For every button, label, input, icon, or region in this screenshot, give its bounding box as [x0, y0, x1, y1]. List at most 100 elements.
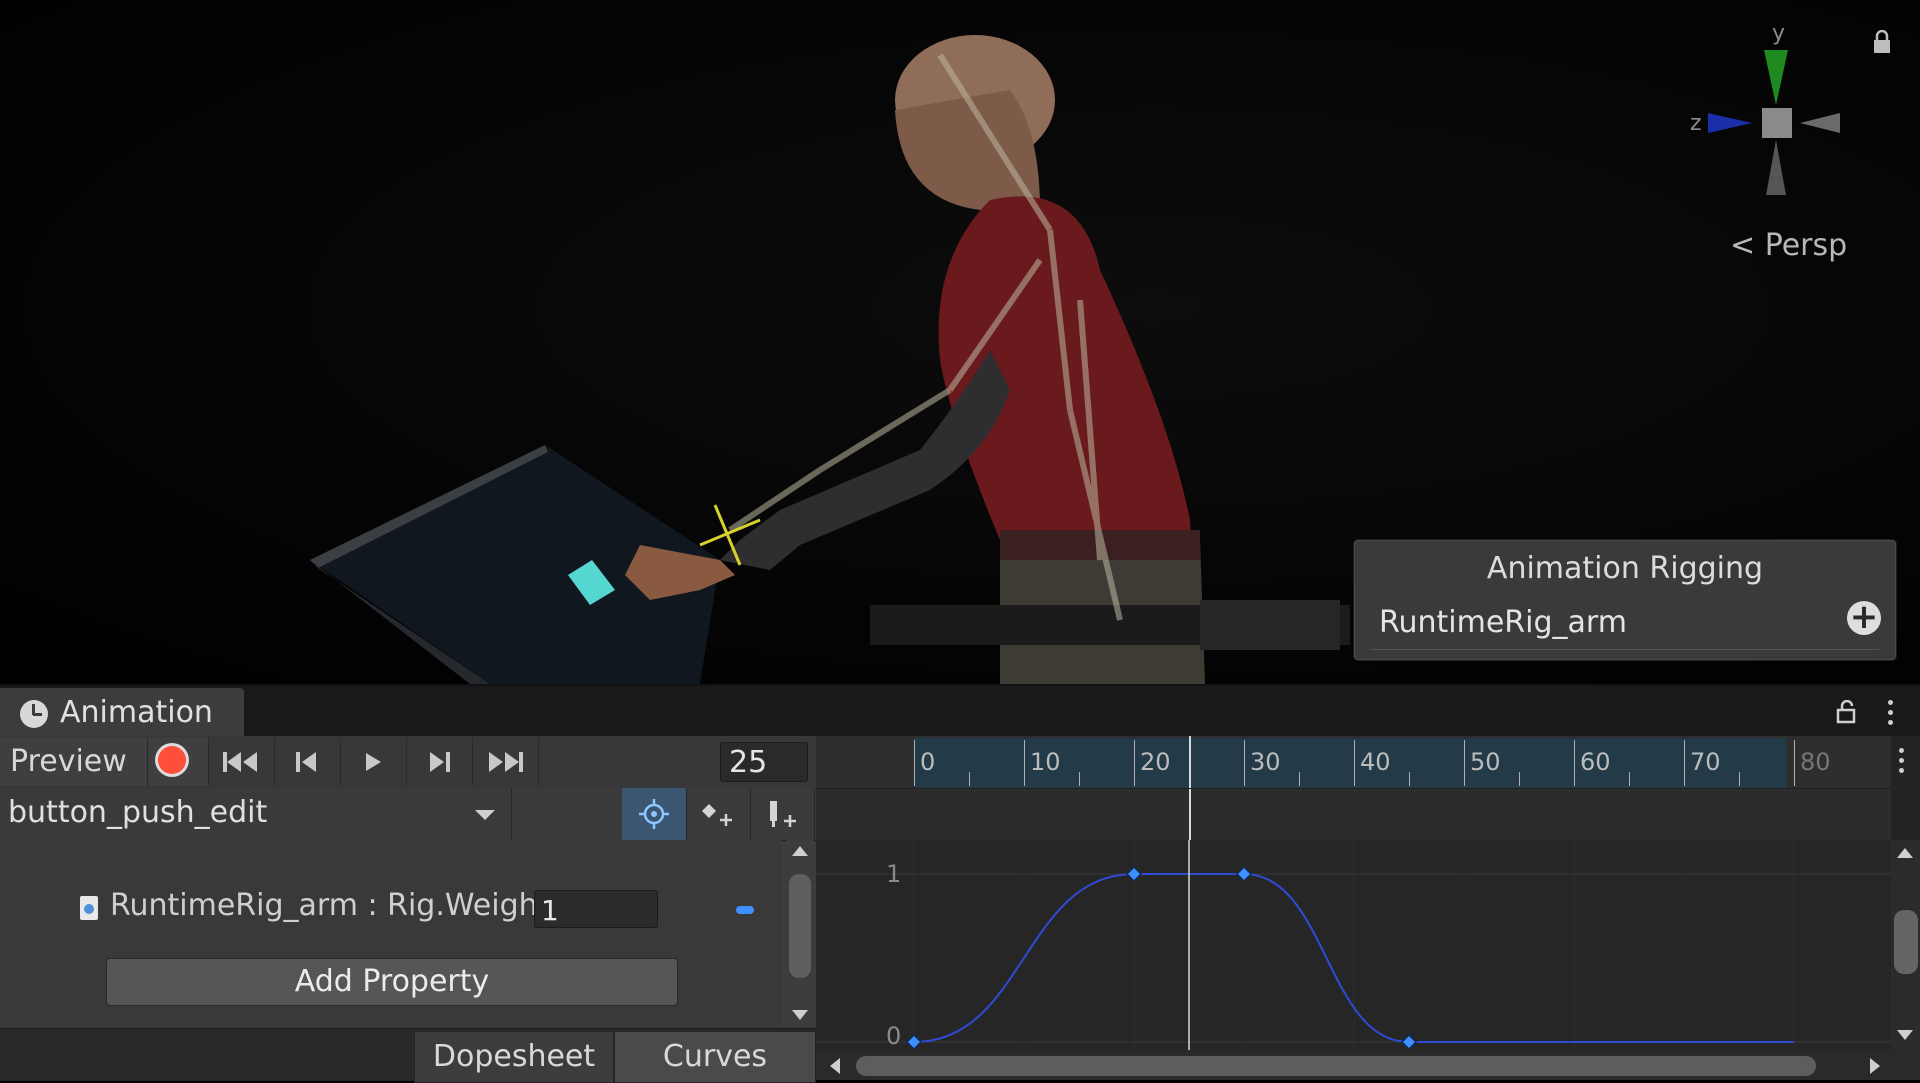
- add-keyframe-icon: [702, 804, 732, 826]
- ruler-major-tick: [1134, 740, 1135, 786]
- keyframe-indicator-icon[interactable]: [736, 906, 754, 914]
- timeline-ruler[interactable]: 0 10 20 30 40 50 60 70 80: [816, 736, 1891, 788]
- ruler-tick-label: 80: [1800, 748, 1831, 776]
- gizmo-z-label: z: [1690, 111, 1702, 136]
- ruler-tick-label: 0: [920, 748, 936, 776]
- clip-toolbar: button_push_edit: [0, 788, 816, 841]
- scroll-down-icon[interactable]: [792, 1010, 808, 1020]
- animation-hierarchy-panel: Preview 25 button_push_edit RuntimeRig_a…: [0, 736, 816, 1083]
- timeline-menu-icon[interactable]: [1899, 748, 1905, 778]
- scroll-left-icon[interactable]: [830, 1058, 840, 1074]
- keyframe-point: [1235, 865, 1253, 883]
- gizmo-center[interactable]: [1762, 108, 1792, 138]
- scrollbar-thumb[interactable]: [1894, 910, 1918, 974]
- gizmo-z-axis[interactable]: [1708, 113, 1752, 133]
- keyframe-point: [1125, 865, 1143, 883]
- ruler-tick-label: 40: [1360, 748, 1391, 776]
- tab-curves[interactable]: Curves: [614, 1031, 816, 1083]
- lock-icon[interactable]: [1872, 30, 1892, 54]
- clip-selector[interactable]: button_push_edit: [0, 788, 512, 840]
- projection-toggle[interactable]: < Persp: [1730, 228, 1847, 263]
- skip-to-end-icon: [489, 752, 523, 772]
- view-mode-tabs: Dopesheet Curves: [0, 1028, 816, 1083]
- add-event-icon: [770, 801, 796, 827]
- ruler-major-tick: [1024, 740, 1025, 786]
- step-forward-icon: [430, 752, 450, 772]
- y-axis-label: 0: [886, 1022, 901, 1050]
- ruler-minor-tick: [1629, 772, 1630, 786]
- frame-field[interactable]: 25: [720, 742, 808, 782]
- overlay-title: Animation Rigging: [1486, 551, 1764, 586]
- scene-view[interactable]: y z < Persp Animation Rigging RuntimeRig…: [0, 0, 1920, 684]
- chevron-left-icon: <: [1730, 228, 1756, 263]
- ruler-major-tick: [1354, 740, 1355, 786]
- projection-label: Persp: [1764, 228, 1848, 263]
- ruler-playhead[interactable]: [1189, 736, 1191, 788]
- property-value-field[interactable]: 1: [534, 890, 658, 928]
- gizmo-neg-y-axis[interactable]: [1766, 140, 1786, 195]
- rig-component-icon: [80, 896, 98, 920]
- events-track[interactable]: [816, 788, 1891, 842]
- ruler-minor-tick: [1299, 772, 1300, 786]
- ruler-major-tick: [1684, 740, 1685, 786]
- scrollbar-thumb[interactable]: [856, 1056, 1816, 1076]
- preview-button[interactable]: Preview: [0, 738, 148, 786]
- animation-rigging-overlay: Animation Rigging RuntimeRig_arm +: [1354, 540, 1896, 660]
- scroll-down-icon[interactable]: [1897, 1030, 1913, 1040]
- ruler-tick-label: 50: [1470, 748, 1501, 776]
- gizmo-x-axis[interactable]: [1800, 113, 1840, 133]
- property-list-scrollbar[interactable]: [786, 840, 814, 1028]
- ruler-tick-label: 30: [1250, 748, 1281, 776]
- ruler-tick-label: 20: [1140, 748, 1171, 776]
- gizmo-y-label: y: [1772, 21, 1785, 46]
- record-icon: [158, 746, 186, 774]
- ruler-minor-tick: [1519, 772, 1520, 786]
- step-back-icon: [296, 752, 316, 772]
- filter-by-selection-button[interactable]: [622, 788, 687, 840]
- add-event-button[interactable]: [750, 788, 815, 840]
- playback-controls: Preview 25: [0, 736, 816, 789]
- crosshair-icon: [639, 799, 669, 829]
- keyframe-point: [1400, 1033, 1418, 1050]
- scrollbar-thumb[interactable]: [789, 874, 811, 978]
- ruler-minor-tick: [1409, 772, 1410, 786]
- clip-empty-slot: [512, 788, 623, 840]
- orientation-gizmo[interactable]: y z: [1690, 20, 1870, 220]
- timeline-horizontal-scrollbar[interactable]: [816, 1050, 1920, 1080]
- record-button[interactable]: [148, 738, 209, 786]
- curve-plot[interactable]: 10: [816, 840, 1891, 1050]
- ruler-major-tick: [1244, 740, 1245, 786]
- add-keyframe-button[interactable]: [686, 788, 751, 840]
- first-key-button[interactable]: [208, 738, 275, 786]
- tab-animation[interactable]: Animation: [0, 688, 244, 738]
- curve-editor: 0 10 20 30 40 50 60 70 80 10: [816, 736, 1920, 1080]
- ruler-major-tick: [1574, 740, 1575, 786]
- clip-name: button_push_edit: [8, 795, 268, 830]
- scroll-right-icon[interactable]: [1870, 1058, 1880, 1074]
- gizmo-y-axis[interactable]: [1764, 50, 1788, 105]
- scroll-up-icon[interactable]: [1897, 848, 1913, 858]
- animation-window: Animation Preview 25 button_push_edit Ru…: [0, 684, 1920, 1083]
- property-label[interactable]: RuntimeRig_arm : Rig.Weight: [110, 888, 549, 923]
- property-list: RuntimeRig_arm : Rig.Weight 1 Add Proper…: [0, 840, 782, 1028]
- unlock-icon[interactable]: [1836, 700, 1856, 724]
- play-button[interactable]: [340, 738, 407, 786]
- curves-area[interactable]: 10: [816, 840, 1891, 1050]
- last-key-button[interactable]: [472, 738, 539, 786]
- ruler-minor-tick: [1079, 772, 1080, 786]
- ruler-major-tick: [1794, 740, 1795, 786]
- scroll-up-icon[interactable]: [792, 846, 808, 856]
- add-property-button[interactable]: Add Property: [106, 958, 678, 1006]
- curve-vertical-scrollbar[interactable]: [1891, 840, 1920, 1050]
- ruler-minor-tick: [969, 772, 970, 786]
- events-playhead: [1189, 789, 1191, 841]
- chevron-down-icon: [475, 810, 495, 820]
- add-rig-icon[interactable]: +: [1847, 600, 1881, 635]
- window-menu-icon[interactable]: [1888, 700, 1894, 725]
- ruler-tick-label: 60: [1580, 748, 1611, 776]
- tab-dopesheet[interactable]: Dopesheet: [414, 1031, 614, 1083]
- next-key-button[interactable]: [406, 738, 473, 786]
- rig-item[interactable]: RuntimeRig_arm: [1379, 605, 1627, 640]
- previous-key-button[interactable]: [274, 738, 341, 786]
- ruler-major-tick: [1464, 740, 1465, 786]
